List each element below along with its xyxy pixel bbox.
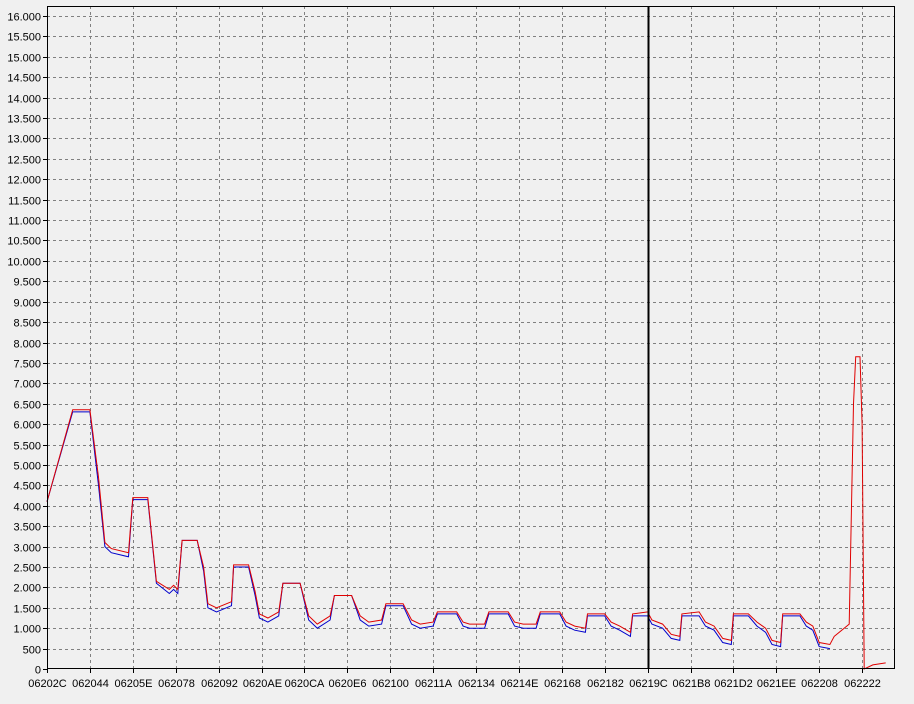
- x-tick-label: 0621B8: [673, 678, 711, 690]
- x-tick-label: 062100: [372, 678, 409, 690]
- y-tick-label: 11.500: [8, 196, 41, 208]
- y-tick-label: 7.000: [13, 379, 41, 391]
- y-tick-label: 8.000: [13, 339, 41, 351]
- x-tick-label: 06211A: [415, 678, 453, 690]
- y-tick-label: 9.000: [13, 298, 41, 310]
- x-tick-label: 0620CA: [285, 678, 325, 690]
- x-tick-label: 0621D2: [714, 678, 753, 690]
- x-tick-label: 06219C: [629, 678, 668, 690]
- x-tick-label: 0620E6: [329, 678, 367, 690]
- y-tick-label: 15.500: [7, 32, 41, 44]
- y-tick-label: 15.000: [7, 53, 41, 65]
- y-tick-label: 4.500: [13, 481, 41, 493]
- x-axis-ticks: 06202C 062044 06205E 062078 062092 0620AE 0620…: [28, 669, 881, 690]
- y-tick-label: 9.500: [13, 277, 41, 289]
- y-tick-label: 0: [35, 665, 41, 677]
- x-tick-label: 062168: [544, 678, 581, 690]
- y-tick-label: 14.500: [7, 73, 41, 85]
- x-tick-label: 062134: [458, 678, 495, 690]
- y-tick-label: 11.000: [8, 216, 41, 228]
- y-tick-label: 6.000: [13, 420, 41, 432]
- y-tick-label: 1.000: [13, 624, 41, 636]
- y-tick-label: 7.500: [13, 359, 41, 371]
- x-tick-label: 062078: [158, 678, 195, 690]
- x-tick-label: 06214E: [501, 678, 539, 690]
- y-tick-label: 13.500: [7, 114, 41, 126]
- x-tick-label: 062092: [201, 678, 238, 690]
- y-tick-label: 3.500: [13, 522, 41, 534]
- y-tick-label: 10.000: [7, 257, 41, 269]
- y-tick-label: 12.000: [7, 175, 41, 187]
- y-tick-label: 10.500: [7, 236, 41, 248]
- y-tick-label: 14.000: [7, 94, 41, 106]
- y-tick-label: 12.500: [7, 155, 41, 167]
- y-tick-label: 1.500: [13, 604, 41, 616]
- y-tick-label: 8.500: [13, 318, 41, 330]
- y-tick-label: 500: [23, 645, 41, 657]
- y-tick-label: 3.000: [13, 543, 41, 555]
- x-tick-label: 06202C: [28, 678, 67, 690]
- line-chart: 0 500 1.000 1.500 2.000 2.500 3.000 3.500 4.000 4…: [7, 6, 895, 690]
- x-tick-label: 0621EE: [757, 678, 796, 690]
- y-tick-label: 4.000: [13, 502, 41, 514]
- y-tick-label: 5.500: [13, 441, 41, 453]
- y-tick-label: 2.000: [13, 583, 41, 595]
- x-tick-label: 062208: [801, 678, 838, 690]
- y-tick-label: 13.000: [7, 134, 41, 146]
- x-tick-label: 062222: [844, 678, 881, 690]
- y-tick-label: 6.500: [13, 400, 41, 412]
- y-tick-label: 2.500: [13, 563, 41, 575]
- y-tick-label: 16.000: [7, 12, 41, 24]
- x-tick-label: 0620AE: [243, 678, 282, 690]
- y-tick-label: 5.000: [13, 461, 41, 473]
- y-axis-ticks: 0 500 1.000 1.500 2.000 2.500 3.000 3.500 4.000 4…: [7, 12, 47, 677]
- x-tick-label: 062182: [587, 678, 624, 690]
- plot-area: [47, 6, 895, 669]
- x-tick-label: 062044: [72, 678, 109, 690]
- x-tick-label: 06205E: [115, 678, 153, 690]
